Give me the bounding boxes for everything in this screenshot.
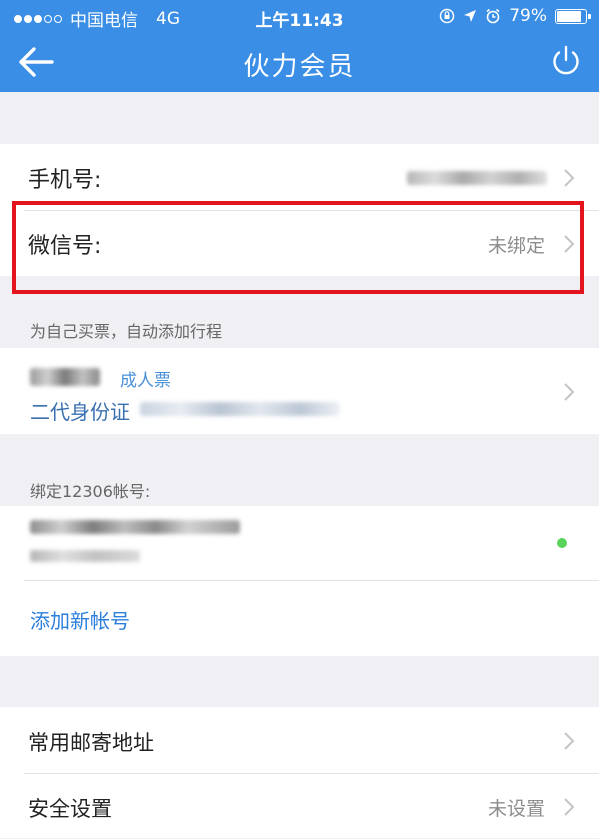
passenger-row[interactable]: 成人票 二代身份证 [0,348,599,434]
account-detail-redacted [30,550,140,562]
page-title: 伙力会员 [243,52,356,82]
battery-icon [555,8,591,24]
id-type: 二代身份证 [30,400,130,424]
battery-percent: 79% [509,6,547,26]
passenger-name-redacted [30,368,100,386]
accounts-section-title: 绑定12306帐号: [30,482,151,501]
power-icon[interactable] [549,44,583,78]
account-name-redacted [30,520,240,534]
highlight-box [12,201,584,294]
add-account-link[interactable]: 添加新帐号 [30,605,130,634]
chevron-right-icon [564,732,575,750]
status-right: 79% [439,6,591,26]
ticket-type: 成人票 [120,371,171,391]
location-icon [464,10,477,22]
address-row[interactable]: 常用邮寄地址 [0,707,599,773]
account-status-dot [557,538,567,548]
accounts-group: 添加新帐号 [0,506,599,656]
passenger-section-title: 为自己买票，自动添加行程 [30,322,223,341]
security-row[interactable]: 安全设置 未设置 [0,773,599,839]
phone-value-redacted [407,171,547,185]
divider [24,580,599,581]
chevron-right-icon [564,169,575,187]
passenger-group: 成人票 二代身份证 [0,348,599,434]
account-item[interactable] [0,506,599,580]
id-number-redacted [140,402,340,416]
status-bar: 中国电信 4G 上午11:43 79% [0,0,599,32]
security-value: 未设置 [487,798,545,820]
chevron-right-icon [564,798,575,816]
rotation-lock-icon [439,8,455,24]
alarm-icon [486,8,500,24]
address-label: 常用邮寄地址 [28,731,154,755]
settings-group: 常用邮寄地址 安全设置 未设置 [0,707,599,838]
chevron-right-icon [564,383,575,401]
security-label: 安全设置 [28,797,112,821]
phone-label: 手机号: [28,168,102,193]
battery-fill [557,10,581,22]
nav-bar: 伙力会员 [0,32,599,92]
